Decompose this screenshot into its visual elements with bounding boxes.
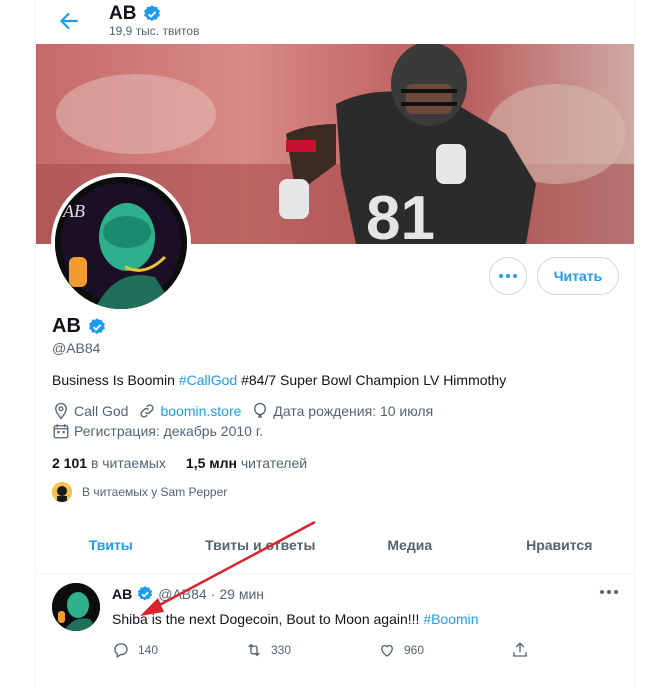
retweet-icon — [248, 643, 260, 657]
tab-likes[interactable]: Нравится — [485, 517, 635, 573]
profile-website-link[interactable]: boomin.store — [160, 403, 241, 419]
profile-tabs: Твиты Твиты и ответы Медиа Нравится — [36, 517, 634, 574]
tweet-actions: 140 330 960 — [112, 641, 644, 659]
follower-avatar — [52, 482, 72, 502]
profile-avatar[interactable]: AB — [51, 173, 191, 313]
profile-column: AB 19,9 тыс. твитов 81 AB Читать AB @AB8… — [35, 0, 635, 688]
header-title: AB — [109, 3, 162, 25]
heart-icon — [381, 644, 393, 657]
more-dots-icon — [499, 274, 517, 278]
profile-location: Call God — [74, 403, 129, 419]
tweet-separator: · — [210, 586, 216, 602]
followed-by-text: В читаемых у Sam Pepper — [82, 485, 228, 499]
followed-by-row[interactable]: В читаемых у Sam Pepper — [52, 482, 227, 502]
profile-joined-row: Регистрация: декабрь 2010 г. — [52, 422, 263, 440]
verified-badge-icon — [138, 586, 153, 601]
tweet-more-icon[interactable] — [599, 585, 619, 599]
calendar-icon — [53, 424, 69, 439]
profile-birthday: Дата рождения: 10 июля — [273, 403, 434, 419]
retweet-count: 330 — [271, 643, 292, 657]
tweet-header: AB @AB84 · 29 мин — [112, 585, 264, 603]
retweet-action[interactable]: 330 — [245, 641, 378, 659]
header-tweet-count: 19,9 тыс. твитов — [109, 24, 200, 38]
like-action[interactable]: 960 — [378, 641, 511, 659]
tab-tweets[interactable]: Твиты — [36, 517, 186, 573]
share-action[interactable] — [511, 641, 644, 659]
verified-badge-icon — [88, 317, 105, 334]
balloon-icon — [254, 402, 267, 418]
tweet-text: Shiba is the next Dogecoin, Bout to Moon… — [112, 611, 479, 627]
avatar-image: AB — [55, 177, 187, 309]
location-icon — [55, 402, 67, 420]
following-stat[interactable]: 2 101 в читаемых — [52, 455, 166, 471]
banner-jersey-number: 81 — [366, 184, 435, 244]
profile-header-bar: AB 19,9 тыс. твитов — [36, 0, 634, 44]
share-icon — [513, 642, 527, 657]
follow-button[interactable]: Читать — [537, 257, 619, 295]
followers-stat[interactable]: 1,5 млн читателей — [186, 455, 307, 471]
svg-text:AB: AB — [62, 201, 85, 221]
tweet-avatar[interactable] — [52, 583, 100, 631]
tweet-hashtag-link[interactable]: #Boomin — [423, 611, 478, 627]
tweet-item[interactable]: AB @AB84 · 29 мин Shiba is the next Doge… — [36, 573, 634, 688]
reply-icon — [114, 643, 128, 658]
profile-stats: 2 101 в читаемых 1,5 млн читателей — [52, 455, 307, 471]
back-arrow-icon[interactable] — [56, 8, 82, 34]
more-options-button[interactable] — [489, 257, 527, 295]
tab-tweets-and-replies[interactable]: Твиты и ответы — [186, 517, 336, 573]
like-count: 960 — [404, 643, 425, 657]
profile-handle: @AB84 — [52, 340, 101, 356]
profile-joined-date: Регистрация: декабрь 2010 г. — [74, 423, 264, 439]
profile-name: AB — [52, 315, 107, 338]
profile-bio: Business Is Boomin #CallGod #84/7 Super … — [52, 372, 507, 388]
tweet-author-name[interactable]: AB — [112, 586, 132, 602]
link-icon — [140, 404, 155, 418]
bio-hashtag-link[interactable]: #CallGod — [179, 372, 237, 388]
reply-count: 140 — [138, 643, 159, 657]
reply-action[interactable]: 140 — [112, 641, 245, 659]
tweet-time[interactable]: 29 мин — [219, 586, 264, 602]
profile-meta-row: Call God boomin.store Дата рождения: 10 … — [52, 402, 433, 420]
verified-badge-icon — [144, 5, 161, 22]
tweet-author-handle[interactable]: @AB84 — [158, 586, 206, 602]
tab-media[interactable]: Медиа — [335, 517, 485, 573]
